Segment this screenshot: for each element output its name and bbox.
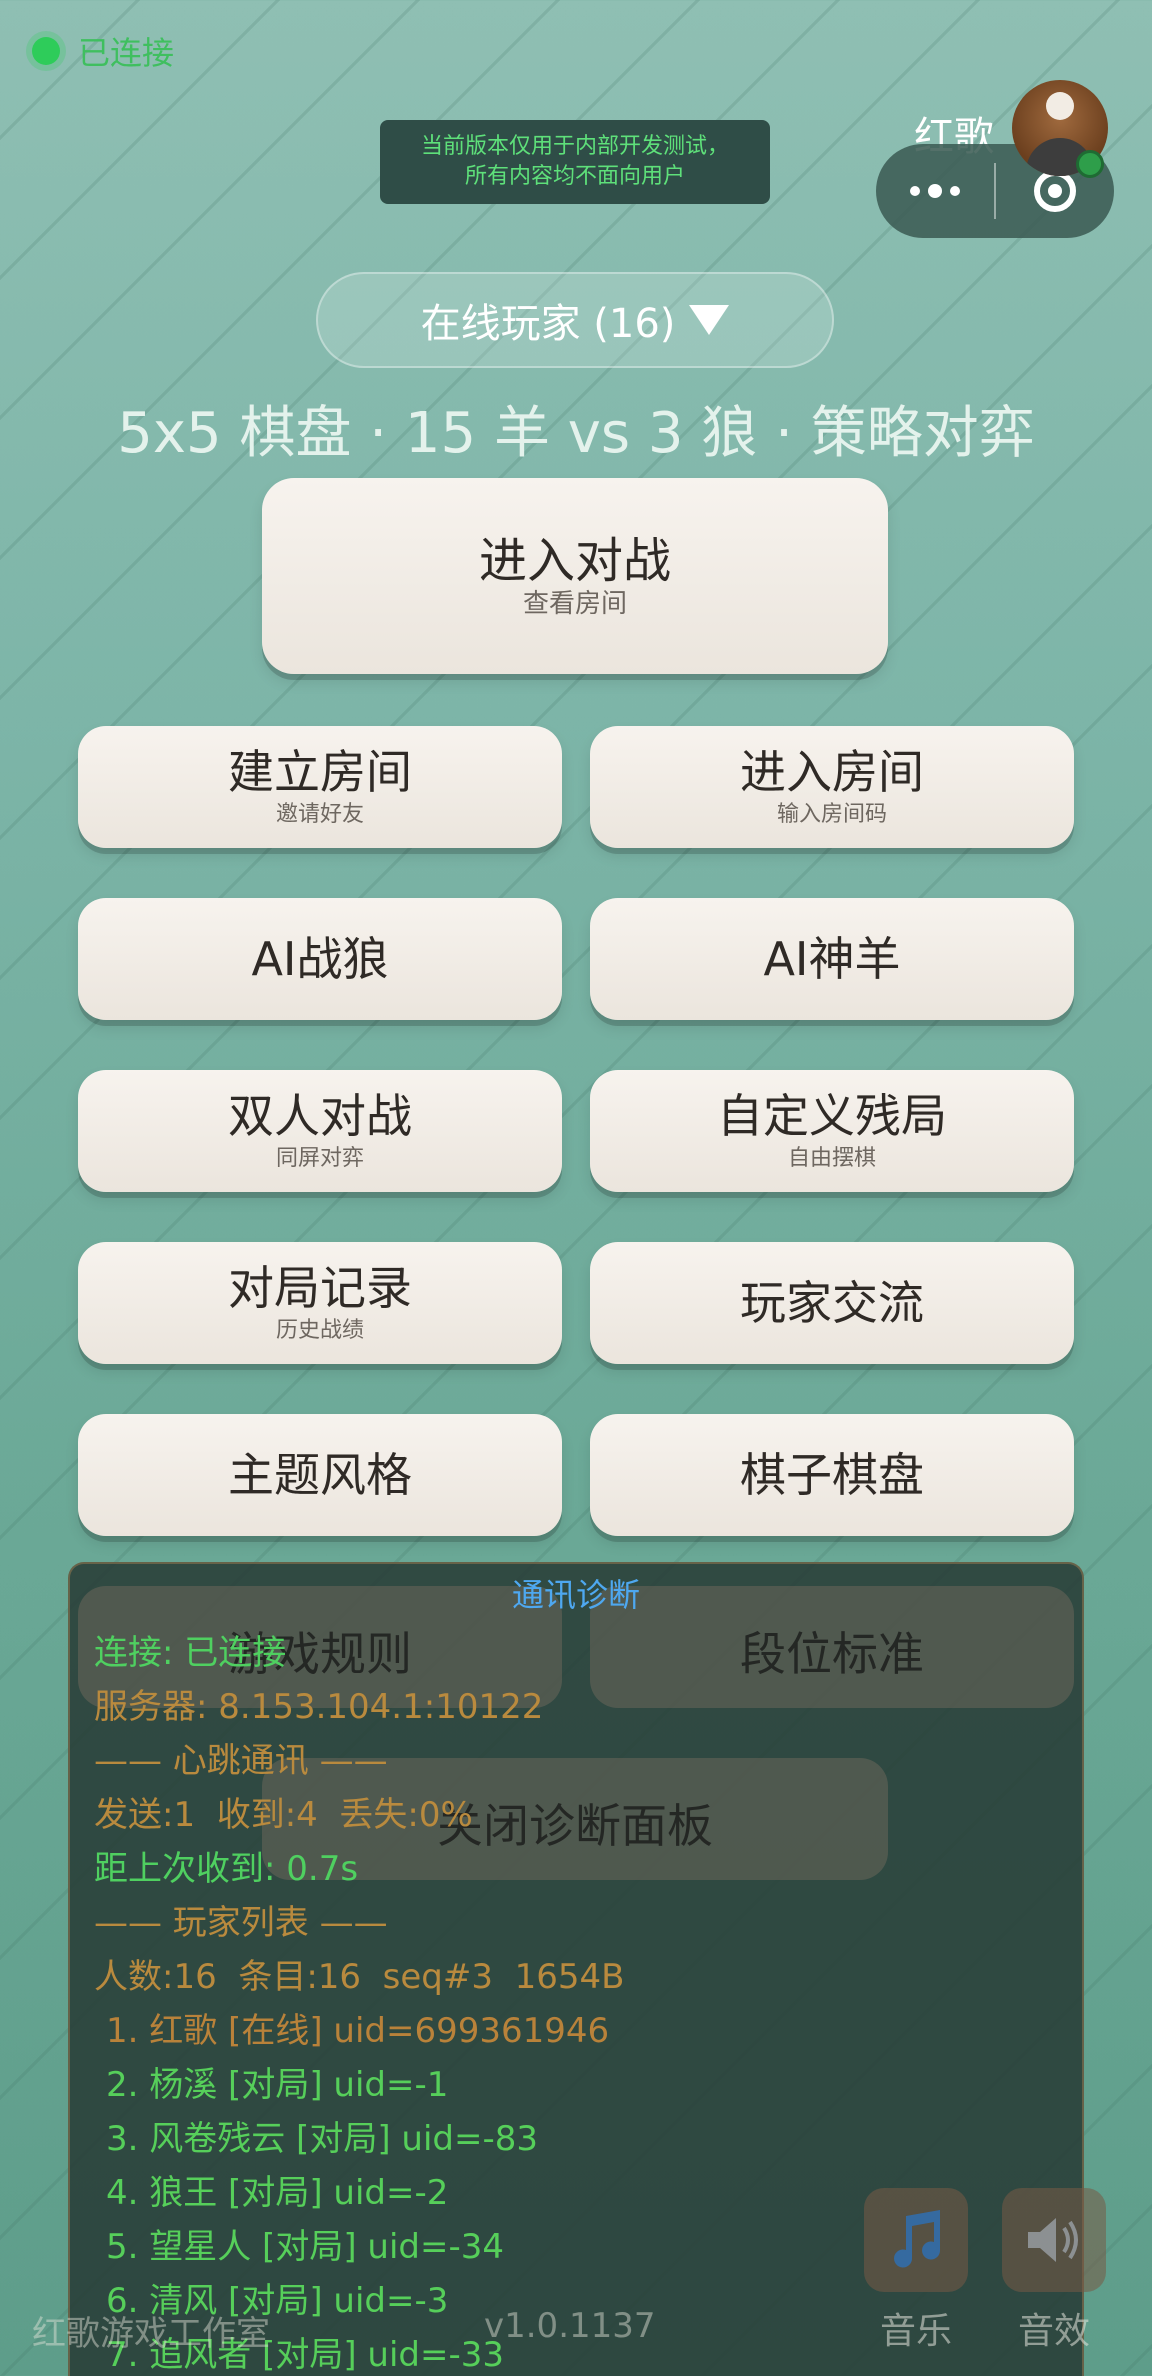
ai-sheep-label: AI神羊 xyxy=(763,932,901,986)
more-dots-icon[interactable] xyxy=(876,144,994,238)
diag-player-row: 5. 望星人 [对局] uid=-34 xyxy=(106,2227,504,2267)
sfx-button[interactable] xyxy=(1002,2188,1106,2292)
custom-endgame-button[interactable]: 自定义残局 自由摆棋 xyxy=(590,1070,1074,1192)
game-subtitle: 5x5 棋盘 · 15 羊 vs 3 狼 · 策略对弈 xyxy=(117,401,1035,466)
theme-button[interactable]: 主题风格 xyxy=(78,1414,562,1536)
dev-notice-line1: 当前版本仅用于内部开发测试， xyxy=(420,134,729,159)
dev-notice: 当前版本仅用于内部开发测试， 所有内容均不面向用户 xyxy=(380,120,770,204)
music-label: 音乐 xyxy=(879,2311,952,2352)
match-history-sub: 历史战绩 xyxy=(275,1318,364,1343)
music-button[interactable] xyxy=(864,2188,968,2292)
connection-status: 已连接 xyxy=(32,28,174,74)
enter-battle-label: 进入对战 xyxy=(478,533,671,589)
diag-connection: 连接: 已连接 xyxy=(94,1633,287,1673)
online-players-label: 在线玩家 (16) xyxy=(420,301,676,347)
player-chat-label: 玩家交流 xyxy=(740,1276,924,1330)
match-history-label: 对局记录 xyxy=(228,1261,412,1315)
theme-label: 主题风格 xyxy=(228,1448,412,1502)
custom-endgame-label: 自定义残局 xyxy=(717,1089,947,1143)
triangle-down-icon xyxy=(689,305,730,335)
dev-notice-line2: 所有内容均不面向用户 xyxy=(464,164,685,189)
speaker-icon xyxy=(1028,2218,1078,2262)
pieces-board-button[interactable]: 棋子棋盘 xyxy=(590,1414,1074,1536)
enter-battle-button[interactable]: 进入对战 查看房间 xyxy=(262,478,888,674)
sfx-label: 音效 xyxy=(1017,2311,1090,2352)
online-badge-icon xyxy=(1076,150,1104,178)
two-player-button[interactable]: 双人对战 同屏对弈 xyxy=(78,1070,562,1192)
music-note-icon xyxy=(894,2210,941,2268)
version-text: v1.0.1137 xyxy=(484,2306,656,2346)
diag-heartbeat-stats: 发送:1 收到:4 丢失:0% xyxy=(94,1795,473,1835)
diag-server: 服务器: 8.153.104.1:10122 xyxy=(94,1687,544,1727)
two-player-label: 双人对战 xyxy=(228,1089,412,1143)
diag-heartbeat-header: —— 心跳通讯 —— xyxy=(94,1741,388,1781)
create-room-sub: 邀请好友 xyxy=(275,802,364,827)
diag-players-summary: 人数:16 条目:16 seq#3 1654B xyxy=(94,1957,625,1997)
diag-last-received: 距上次收到: 0.7s xyxy=(94,1849,359,1889)
diag-player-row: 2. 杨溪 [对局] uid=-1 xyxy=(106,2065,449,2105)
online-players-dropdown[interactable]: 在线玩家 (16) xyxy=(316,272,834,368)
custom-endgame-sub: 自由摆棋 xyxy=(787,1146,876,1171)
diag-player-row: 1. 红歌 [在线] uid=699361946 xyxy=(106,2011,610,2051)
create-room-button[interactable]: 建立房间 邀请好友 xyxy=(78,726,562,848)
diag-players-header: —— 玩家列表 —— xyxy=(94,1903,388,1943)
diagnostics-title: 通讯诊断 xyxy=(511,1576,640,1614)
player-chat-button[interactable]: 玩家交流 xyxy=(590,1242,1074,1364)
ai-wolf-label: AI战狼 xyxy=(251,932,389,986)
studio-name: 红歌游戏工作室 xyxy=(32,2314,270,2354)
pieces-board-label: 棋子棋盘 xyxy=(740,1448,924,1502)
join-room-button[interactable]: 进入房间 输入房间码 xyxy=(590,726,1074,848)
ai-wolf-button[interactable]: AI战狼 xyxy=(78,898,562,1020)
diag-player-row: 4. 狼王 [对局] uid=-2 xyxy=(106,2173,449,2213)
status-text: 已连接 xyxy=(78,34,175,72)
join-room-sub: 输入房间码 xyxy=(776,802,887,827)
ai-sheep-button[interactable]: AI神羊 xyxy=(590,898,1074,1020)
status-dot-icon xyxy=(32,37,60,65)
join-room-label: 进入房间 xyxy=(740,745,924,799)
rank-criteria-label: 段位标准 xyxy=(740,1627,924,1681)
diagnostics-lines: 连接: 已连接 服务器: 8.153.104.1:10122 —— 心跳通讯 —… xyxy=(94,1626,624,2376)
enter-battle-sub: 查看房间 xyxy=(522,589,627,619)
two-player-sub: 同屏对弈 xyxy=(275,1146,364,1171)
diag-player-row: 3. 风卷残云 [对局] uid=-83 xyxy=(106,2119,538,2159)
match-history-button[interactable]: 对局记录 历史战绩 xyxy=(78,1242,562,1364)
create-room-label: 建立房间 xyxy=(228,745,412,799)
